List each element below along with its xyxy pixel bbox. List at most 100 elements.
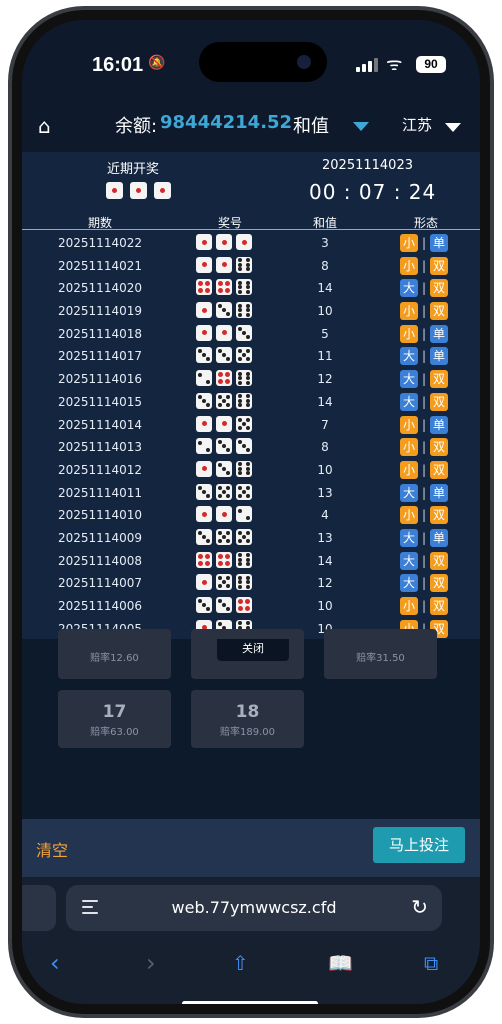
home-icon[interactable]: ⌂ — [38, 114, 51, 138]
bet-number: 18 — [235, 702, 260, 722]
table-row: 20251114021 8 小 | 双 — [22, 255, 480, 278]
dynamic-island — [199, 42, 327, 82]
row-dice — [196, 370, 252, 387]
die-face-2 — [196, 438, 212, 455]
back-icon[interactable]: ‹ — [50, 949, 60, 977]
parity-badge: 双 — [430, 302, 448, 321]
divider: | — [421, 417, 427, 432]
col-dice: 奖号 — [217, 216, 243, 230]
die-face-3 — [216, 302, 232, 319]
table-row: 20251114008 14 大 | 双 — [22, 550, 480, 573]
col-form: 形态 — [413, 216, 439, 230]
parity-badge: 单 — [430, 483, 448, 502]
die-face-3 — [216, 460, 232, 477]
die-face-1 — [216, 506, 232, 523]
row-dice — [196, 506, 252, 523]
bet-grid: 赔率12.60 赔率31.50 关闭 17 赔率63.00 18 赔率189.0… — [22, 629, 480, 819]
caret-down-icon[interactable] — [445, 123, 461, 132]
divider: | — [421, 394, 427, 409]
close-button[interactable]: 关闭 — [217, 639, 289, 661]
clear-button[interactable]: 清空 — [36, 837, 68, 861]
recent-draw-label: 近期开奖 — [107, 162, 160, 177]
die-face-4 — [216, 370, 232, 387]
bet-number: 17 — [102, 702, 127, 722]
status-bar: 16:01 🔕 ᯤ 90 — [22, 20, 480, 102]
die-face-5 — [236, 483, 252, 500]
row-form: 小|双 — [400, 438, 448, 457]
countdown: 00 : 07 : 24 — [309, 180, 437, 204]
place-bet-button[interactable]: 马上投注 — [373, 827, 465, 863]
screen: 16:01 🔕 ᯤ 90 ⌂ 余额: 98444214.52 和值 江苏 近期开… — [22, 20, 480, 1004]
parity-badge: 双 — [430, 551, 448, 570]
table-row: 20251114016 12 大 | 双 — [22, 368, 480, 391]
die-face-3 — [236, 324, 252, 341]
die-face-3 — [196, 528, 212, 545]
bet-odds: 赔率189.00 — [220, 727, 275, 738]
bet-option[interactable]: 赔率31.50 — [324, 629, 437, 679]
table-row: 20251114013 8 小 | 双 — [22, 436, 480, 459]
row-sum: 5 — [321, 326, 329, 341]
previous-tab[interactable] — [22, 885, 56, 931]
row-form: 大 | 双 — [400, 370, 448, 389]
caret-down-icon[interactable] — [353, 122, 369, 131]
province-select[interactable]: 江苏 — [402, 114, 432, 135]
phone-bezel: 16:01 🔕 ᯤ 90 ⌂ 余额: 98444214.52 和值 江苏 近期开… — [12, 10, 490, 1014]
top-header: ⌂ 余额: 98444214.52 和值 江苏 — [22, 102, 480, 152]
table-row: 20251114011 13 大 | 单 — [22, 482, 480, 505]
row-sum: 12 — [317, 372, 333, 387]
divider: | — [421, 508, 427, 523]
size-badge: 小 — [400, 506, 418, 525]
battery-indicator: 90 — [416, 56, 446, 73]
bookmarks-icon[interactable]: 📖 — [328, 951, 353, 975]
die-face-1 — [196, 234, 212, 250]
size-badge: 大 — [400, 370, 418, 389]
row-sum: 12 — [317, 576, 333, 591]
parity-badge: 单 — [430, 234, 448, 252]
current-issue: 20251114023 — [322, 158, 413, 173]
die-face-5 — [216, 528, 232, 545]
die-face-5 — [236, 528, 252, 545]
col-issue: 期数 — [87, 216, 113, 230]
row-dice — [196, 415, 252, 432]
balance-label: 余额: — [115, 116, 158, 137]
history-table: 20251114022 3 小 | 单 20251114021 8 小 | 双 2025111402… — [22, 232, 480, 640]
parity-badge: 双 — [430, 597, 448, 615]
row-dice — [196, 483, 252, 500]
game-type-select[interactable]: 和值 — [293, 112, 329, 138]
tabs-icon[interactable]: ⧉ — [424, 951, 438, 975]
die-face-3 — [216, 597, 232, 613]
bet-option-18[interactable]: 18 赔率189.00 — [191, 690, 304, 748]
bell-muted-icon: 🔕 — [148, 55, 166, 71]
row-form: 大 | 双 — [400, 392, 448, 411]
parity-badge: 双 — [430, 460, 448, 479]
parity-badge: 双 — [430, 438, 448, 457]
reload-icon[interactable]: ↻ — [411, 895, 428, 919]
browser-toolbar: web.77ymwwcsz.cfd ↻ ‹ › ⇧ 📖 ⧉ — [22, 877, 480, 1004]
die-face-5 — [236, 347, 252, 364]
size-badge: 大 — [400, 483, 418, 502]
row-form: 小 | 单 — [400, 234, 448, 252]
divider: | — [421, 281, 427, 296]
row-dice — [196, 597, 252, 613]
size-badge: 大 — [400, 347, 418, 366]
table-row: 20251114012 10 小 | 双 — [22, 459, 480, 482]
die-face-1 — [154, 182, 171, 199]
die-face-1 — [196, 574, 212, 591]
row-sum: 14 — [317, 394, 333, 409]
parity-badge: 双 — [430, 279, 448, 298]
parity-badge: 双 — [430, 506, 448, 525]
address-bar[interactable]: web.77ymwwcsz.cfd ↻ — [66, 885, 442, 931]
balance-value: 98444214.52 — [160, 112, 293, 133]
bet-odds: 赔率12.60 — [90, 653, 139, 664]
share-icon[interactable]: ⇧ — [232, 951, 249, 975]
forward-icon[interactable]: › — [146, 949, 156, 977]
row-issue: 20251114006 — [58, 599, 142, 613]
die-face-6 — [236, 551, 252, 568]
bet-option-17[interactable]: 17 赔率63.00 — [58, 690, 171, 748]
divider: | — [421, 440, 427, 455]
table-row: 20251114010 4 小 | 双 — [22, 504, 480, 527]
row-form: 小|双 — [400, 256, 448, 275]
die-face-4 — [216, 279, 232, 296]
bet-option[interactable]: 赔率12.60 — [58, 629, 171, 679]
row-form: 大 | 双 — [400, 551, 448, 570]
